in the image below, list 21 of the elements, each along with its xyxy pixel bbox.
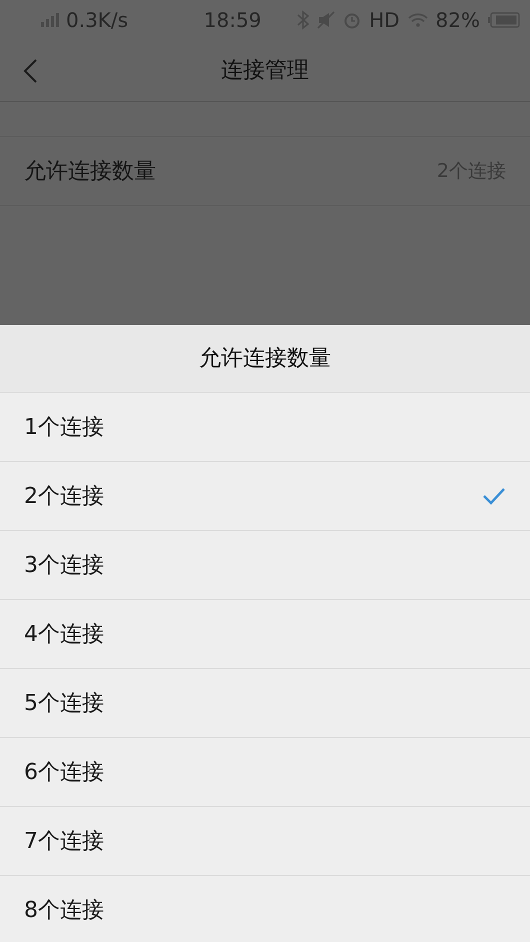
option-item[interactable]: 3个连接 (0, 531, 530, 600)
muted-speaker-icon (317, 11, 336, 29)
network-type: HD (369, 7, 400, 34)
battery-percent: 82% (436, 7, 480, 34)
option-item[interactable]: 7个连接 (0, 807, 530, 876)
option-item[interactable]: 1个连接 (0, 393, 530, 462)
option-item[interactable]: 4个连接 (0, 600, 530, 669)
alarm-icon (343, 11, 362, 29)
option-item[interactable]: 6个连接 (0, 738, 530, 807)
wifi-icon (408, 13, 428, 27)
option-item[interactable]: 8个连接 (0, 876, 530, 942)
battery-icon (488, 12, 520, 28)
bluetooth-icon (297, 10, 310, 30)
network-speed: 0.3K/s (66, 7, 128, 34)
clock-time: 18:59 (204, 7, 262, 34)
page-title: 连接管理 (221, 57, 309, 85)
back-icon[interactable] (22, 58, 38, 84)
option-item[interactable]: 2个连接 (0, 462, 530, 531)
sheet-title: 允许连接数量 (199, 345, 331, 373)
signal-icon (40, 12, 62, 28)
option-item[interactable]: 5个连接 (0, 669, 530, 738)
